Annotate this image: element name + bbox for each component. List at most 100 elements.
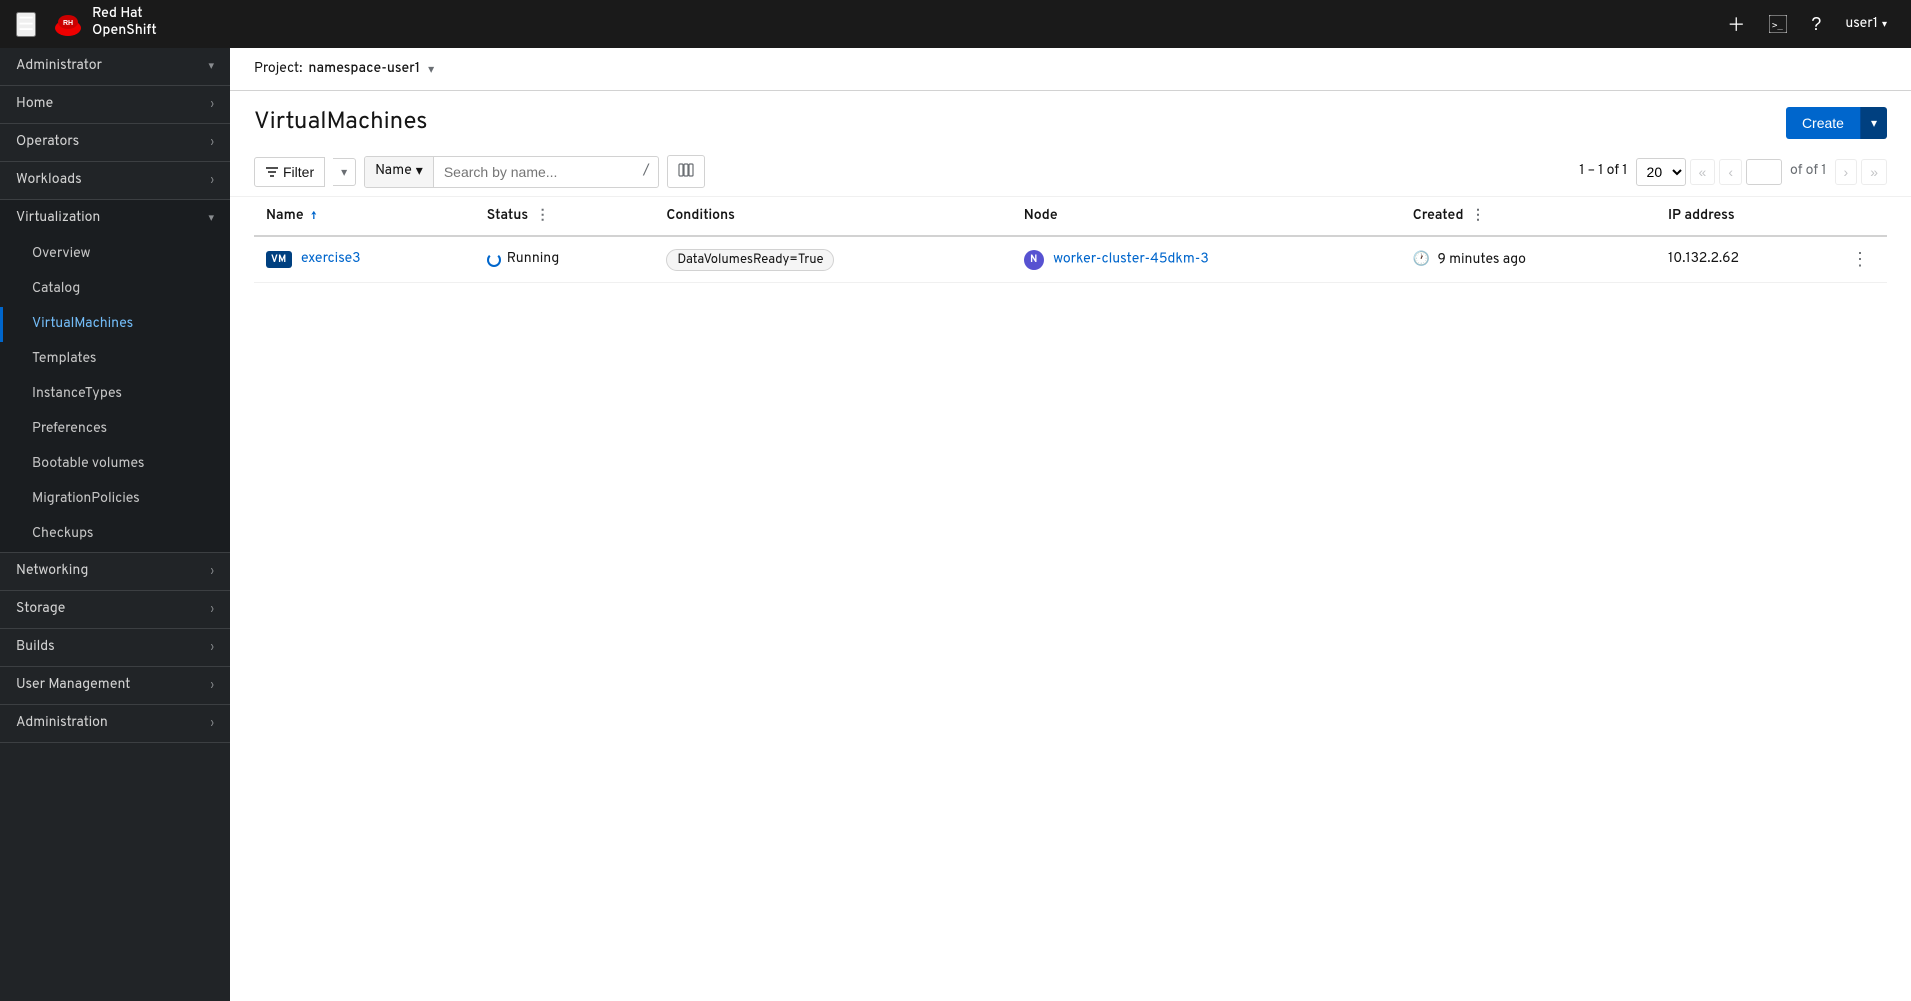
pagination-info: 1 – 1 of 1 [1579,163,1627,180]
cell-row-actions: ⋮ [1833,236,1887,283]
add-button[interactable]: ＋ [1719,5,1753,43]
table-row: VM exercise3 Running DataVolumesReady=Tr… [254,236,1887,283]
create-button-caret[interactable]: ▾ [1860,107,1887,139]
sidebar-virtualization-section: Virtualization ▾ Overview Catalog Virtua… [0,200,230,553]
page-number-input[interactable]: 1 [1746,159,1782,185]
sidebar-builds-section: Builds › [0,629,230,667]
sidebar: Administrator ▾ Home › Operators › Workl… [0,48,230,1001]
col-header-status: Status ⋮ [475,197,655,236]
sidebar-item-preferences[interactable]: Preferences [0,412,230,447]
prev-page-button[interactable]: ‹ [1719,159,1742,185]
filter-dropdown-button[interactable]: ▾ [333,158,356,186]
main-content: Project: namespace-user1 ▾ VirtualMachin… [230,48,1911,1001]
help-button[interactable]: ? [1803,8,1829,41]
table-header: Name ↑ Status ⋮ Conditions Node [254,197,1887,236]
sidebar-item-bootable-volumes[interactable]: Bootable volumes [0,447,230,482]
clock-icon: 🕐 [1413,252,1430,269]
sidebar-item-instancetypes[interactable]: InstanceTypes [0,377,230,412]
sidebar-storage-section: Storage › [0,591,230,629]
topnav: ☰ RH Red Hat OpenShift ＋ >_ ? user1 ▾ [0,0,1911,48]
status-running-indicator: Running [487,251,643,268]
condition-badge: DataVolumesReady=True [666,249,834,271]
sidebar-home-section: Home › [0,86,230,124]
cell-created: 🕐 9 minutes ago [1401,236,1656,283]
sidebar-workloads-section: Workloads › [0,162,230,200]
sidebar-item-operators[interactable]: Operators › [0,124,230,161]
user-management-chevron-icon: › [211,679,214,693]
sidebar-user-management-section: User Management › [0,667,230,705]
search-input[interactable] [434,158,635,186]
sidebar-item-migration-policies[interactable]: MigrationPolicies [0,482,230,517]
sidebar-item-storage[interactable]: Storage › [0,591,230,628]
running-spin-icon [487,253,501,267]
page-title: VirtualMachines [254,108,427,138]
col-header-ip: IP address [1656,197,1833,236]
sidebar-admin-section: Administrator ▾ [0,48,230,86]
sidebar-item-builds[interactable]: Builds › [0,629,230,666]
create-button-group: Create ▾ [1786,107,1887,139]
project-name: namespace-user1 [308,61,420,78]
sidebar-operators-section: Operators › [0,124,230,162]
sidebar-admin-chevron: ▾ [208,59,214,74]
sidebar-item-networking[interactable]: Networking › [0,553,230,590]
node-name-link[interactable]: worker-cluster-45dkm-3 [1053,251,1209,268]
name-filter-label: Name ▾ [365,157,434,187]
terminal-icon: >_ [1769,15,1787,33]
vm-name-link[interactable]: exercise3 [301,251,361,268]
cell-ip: 10.132.2.62 [1656,236,1833,283]
col-header-conditions: Conditions [654,197,1011,236]
vm-type-badge: VM [266,251,292,268]
workloads-chevron-icon: › [211,174,214,188]
pagination: 1 – 1 of 1 20 « ‹ 1 of of 1 › » [1579,158,1887,186]
storage-chevron-icon: › [211,603,214,617]
cell-node: N worker-cluster-45dkm-3 [1012,236,1401,283]
svg-text:RH: RH [63,20,73,27]
topnav-actions: ＋ >_ ? user1 ▾ [1719,5,1895,43]
col-header-node: Node [1012,197,1401,236]
cell-conditions: DataVolumesReady=True [654,236,1011,283]
next-page-button[interactable]: › [1835,159,1858,185]
vm-table: Name ↑ Status ⋮ Conditions Node [254,197,1887,283]
sidebar-item-administrator[interactable]: Administrator ▾ [0,48,230,85]
columns-button[interactable] [667,155,705,188]
sidebar-item-virtualization[interactable]: Virtualization ▾ [0,200,230,237]
toolbar: Filter ▾ Name ▾ / 1 – 1 of [230,147,1911,197]
sidebar-item-administration[interactable]: Administration › [0,705,230,742]
last-page-button[interactable]: » [1861,159,1887,185]
sidebar-item-home[interactable]: Home › [0,86,230,123]
filter-button[interactable]: Filter [254,157,325,187]
row-actions-button[interactable]: ⋮ [1845,247,1875,272]
name-filter-group: Name ▾ / [364,156,659,188]
create-button[interactable]: Create [1786,107,1860,139]
status-col-options-icon[interactable]: ⋮ [536,208,550,225]
created-col-options-icon[interactable]: ⋮ [1471,208,1485,225]
pagination-per-page[interactable]: 20 [1636,158,1686,186]
svg-text:>_: >_ [1772,21,1783,31]
hamburger-button[interactable]: ☰ [16,12,36,37]
sidebar-virtualization-submenu: Overview Catalog VirtualMachines Templat… [0,237,230,552]
builds-chevron-icon: › [211,641,214,655]
columns-icon [678,162,694,178]
sidebar-item-overview[interactable]: Overview [0,237,230,272]
administration-chevron-icon: › [211,717,214,731]
home-chevron-icon: › [211,98,214,112]
sort-asc-icon: ↑ [311,210,316,224]
operators-chevron-icon: › [211,136,214,150]
node-type-badge: N [1024,250,1044,270]
sidebar-item-virtualmachines[interactable]: VirtualMachines [0,307,230,342]
project-dropdown-button[interactable]: ▾ [426,60,436,78]
search-slash: / [635,157,658,186]
vm-table-wrap: Name ↑ Status ⋮ Conditions Node [230,197,1911,1001]
col-header-name[interactable]: Name ↑ [254,197,475,236]
sidebar-networking-section: Networking › [0,553,230,591]
first-page-button[interactable]: « [1690,159,1716,185]
terminal-button[interactable]: >_ [1761,9,1795,39]
sidebar-item-user-management[interactable]: User Management › [0,667,230,704]
cell-name: VM exercise3 [254,236,475,283]
sidebar-item-templates[interactable]: Templates [0,342,230,377]
networking-chevron-icon: › [211,565,214,579]
sidebar-item-catalog[interactable]: Catalog [0,272,230,307]
sidebar-item-workloads[interactable]: Workloads › [0,162,230,199]
user-menu[interactable]: user1 ▾ [1837,10,1895,39]
sidebar-item-checkups[interactable]: Checkups [0,517,230,552]
